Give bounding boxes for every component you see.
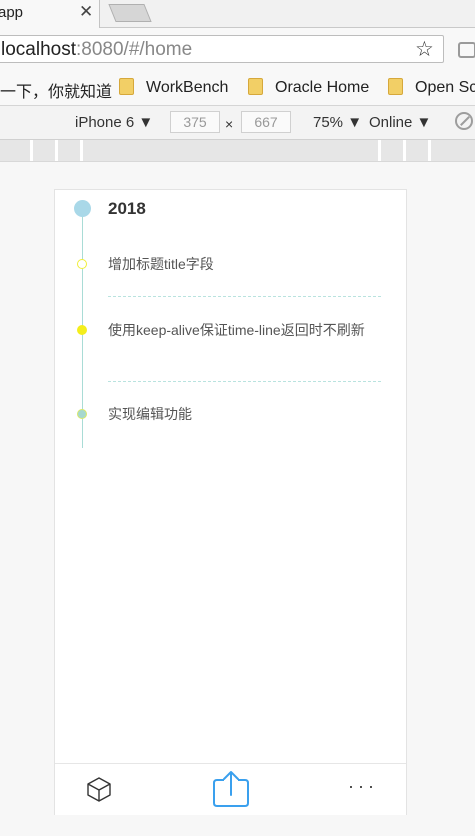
browser-tab[interactable]: -app ✕ (0, 0, 100, 28)
ruler-divider (378, 140, 381, 161)
tab-title: -app (0, 4, 24, 21)
timeline-item-text[interactable]: 实现编辑功能 (108, 405, 386, 424)
bookmark-baidu[interactable]: 一下，你就知道 (0, 78, 112, 102)
bookmark-oracle-home[interactable]: Oracle Home (248, 78, 369, 97)
timeline-dot (77, 259, 87, 269)
folder-icon (119, 78, 134, 95)
bookmark-star-icon[interactable]: ☆ (415, 37, 434, 62)
media-query-bar[interactable] (0, 140, 475, 162)
bookmarks-bar: 一下，你就知道 WorkBench Oracle Home Open Sc (0, 68, 475, 106)
ruler-divider (80, 140, 83, 161)
width-input[interactable]: 375 (170, 111, 220, 133)
rotate-icon[interactable] (455, 112, 473, 130)
more-icon[interactable]: ··· (348, 776, 378, 797)
tab-strip: -app ✕ (0, 0, 475, 28)
folder-icon (388, 78, 403, 95)
year-dot (74, 200, 91, 217)
timeline-item-text[interactable]: 使用keep-alive保证time-line返回时不刷新 (108, 321, 386, 340)
extension-icon[interactable] (458, 42, 475, 58)
folder-icon (248, 78, 263, 95)
device-viewport: 2018 增加标题title字段 使用keep-alive保证time-line… (54, 189, 407, 815)
new-tab-button[interactable] (108, 4, 152, 22)
timeline-separator (108, 296, 381, 297)
timeline-dot (77, 325, 87, 335)
ruler-divider (30, 140, 33, 161)
zoom-select[interactable]: 75% ▼ (313, 114, 362, 131)
bottom-tab-bar: ··· (55, 763, 406, 815)
timeline-item-text[interactable]: 增加标题title字段 (108, 255, 386, 274)
bookmark-open-sc[interactable]: Open Sc (388, 78, 475, 97)
ruler-divider (428, 140, 431, 161)
device-select[interactable]: iPhone 6 ▼ (75, 114, 153, 131)
url-text: localhost:8080/#/home (1, 39, 193, 60)
device-toolbar: iPhone 6 ▼ 375 × 667 75% ▼ Online ▼ (0, 106, 475, 140)
timeline: 2018 增加标题title字段 使用keep-alive保证time-line… (55, 190, 406, 450)
timeline-year: 2018 (108, 199, 146, 218)
timeline-separator (108, 381, 381, 382)
network-throttle-select[interactable]: Online ▼ (369, 114, 431, 131)
toolbar: localhost:8080/#/home ☆ (0, 28, 475, 68)
ruler-divider (55, 140, 58, 161)
dimension-times: × (225, 116, 234, 132)
bookmark-workbench[interactable]: WorkBench (119, 78, 228, 97)
timeline-dot (77, 409, 87, 419)
address-bar[interactable]: localhost:8080/#/home ☆ (0, 35, 444, 63)
share-icon[interactable] (211, 770, 251, 813)
height-input[interactable]: 667 (241, 111, 291, 133)
cube-icon[interactable] (86, 776, 112, 807)
close-tab-icon[interactable]: ✕ (79, 2, 93, 22)
ruler-divider (403, 140, 406, 161)
